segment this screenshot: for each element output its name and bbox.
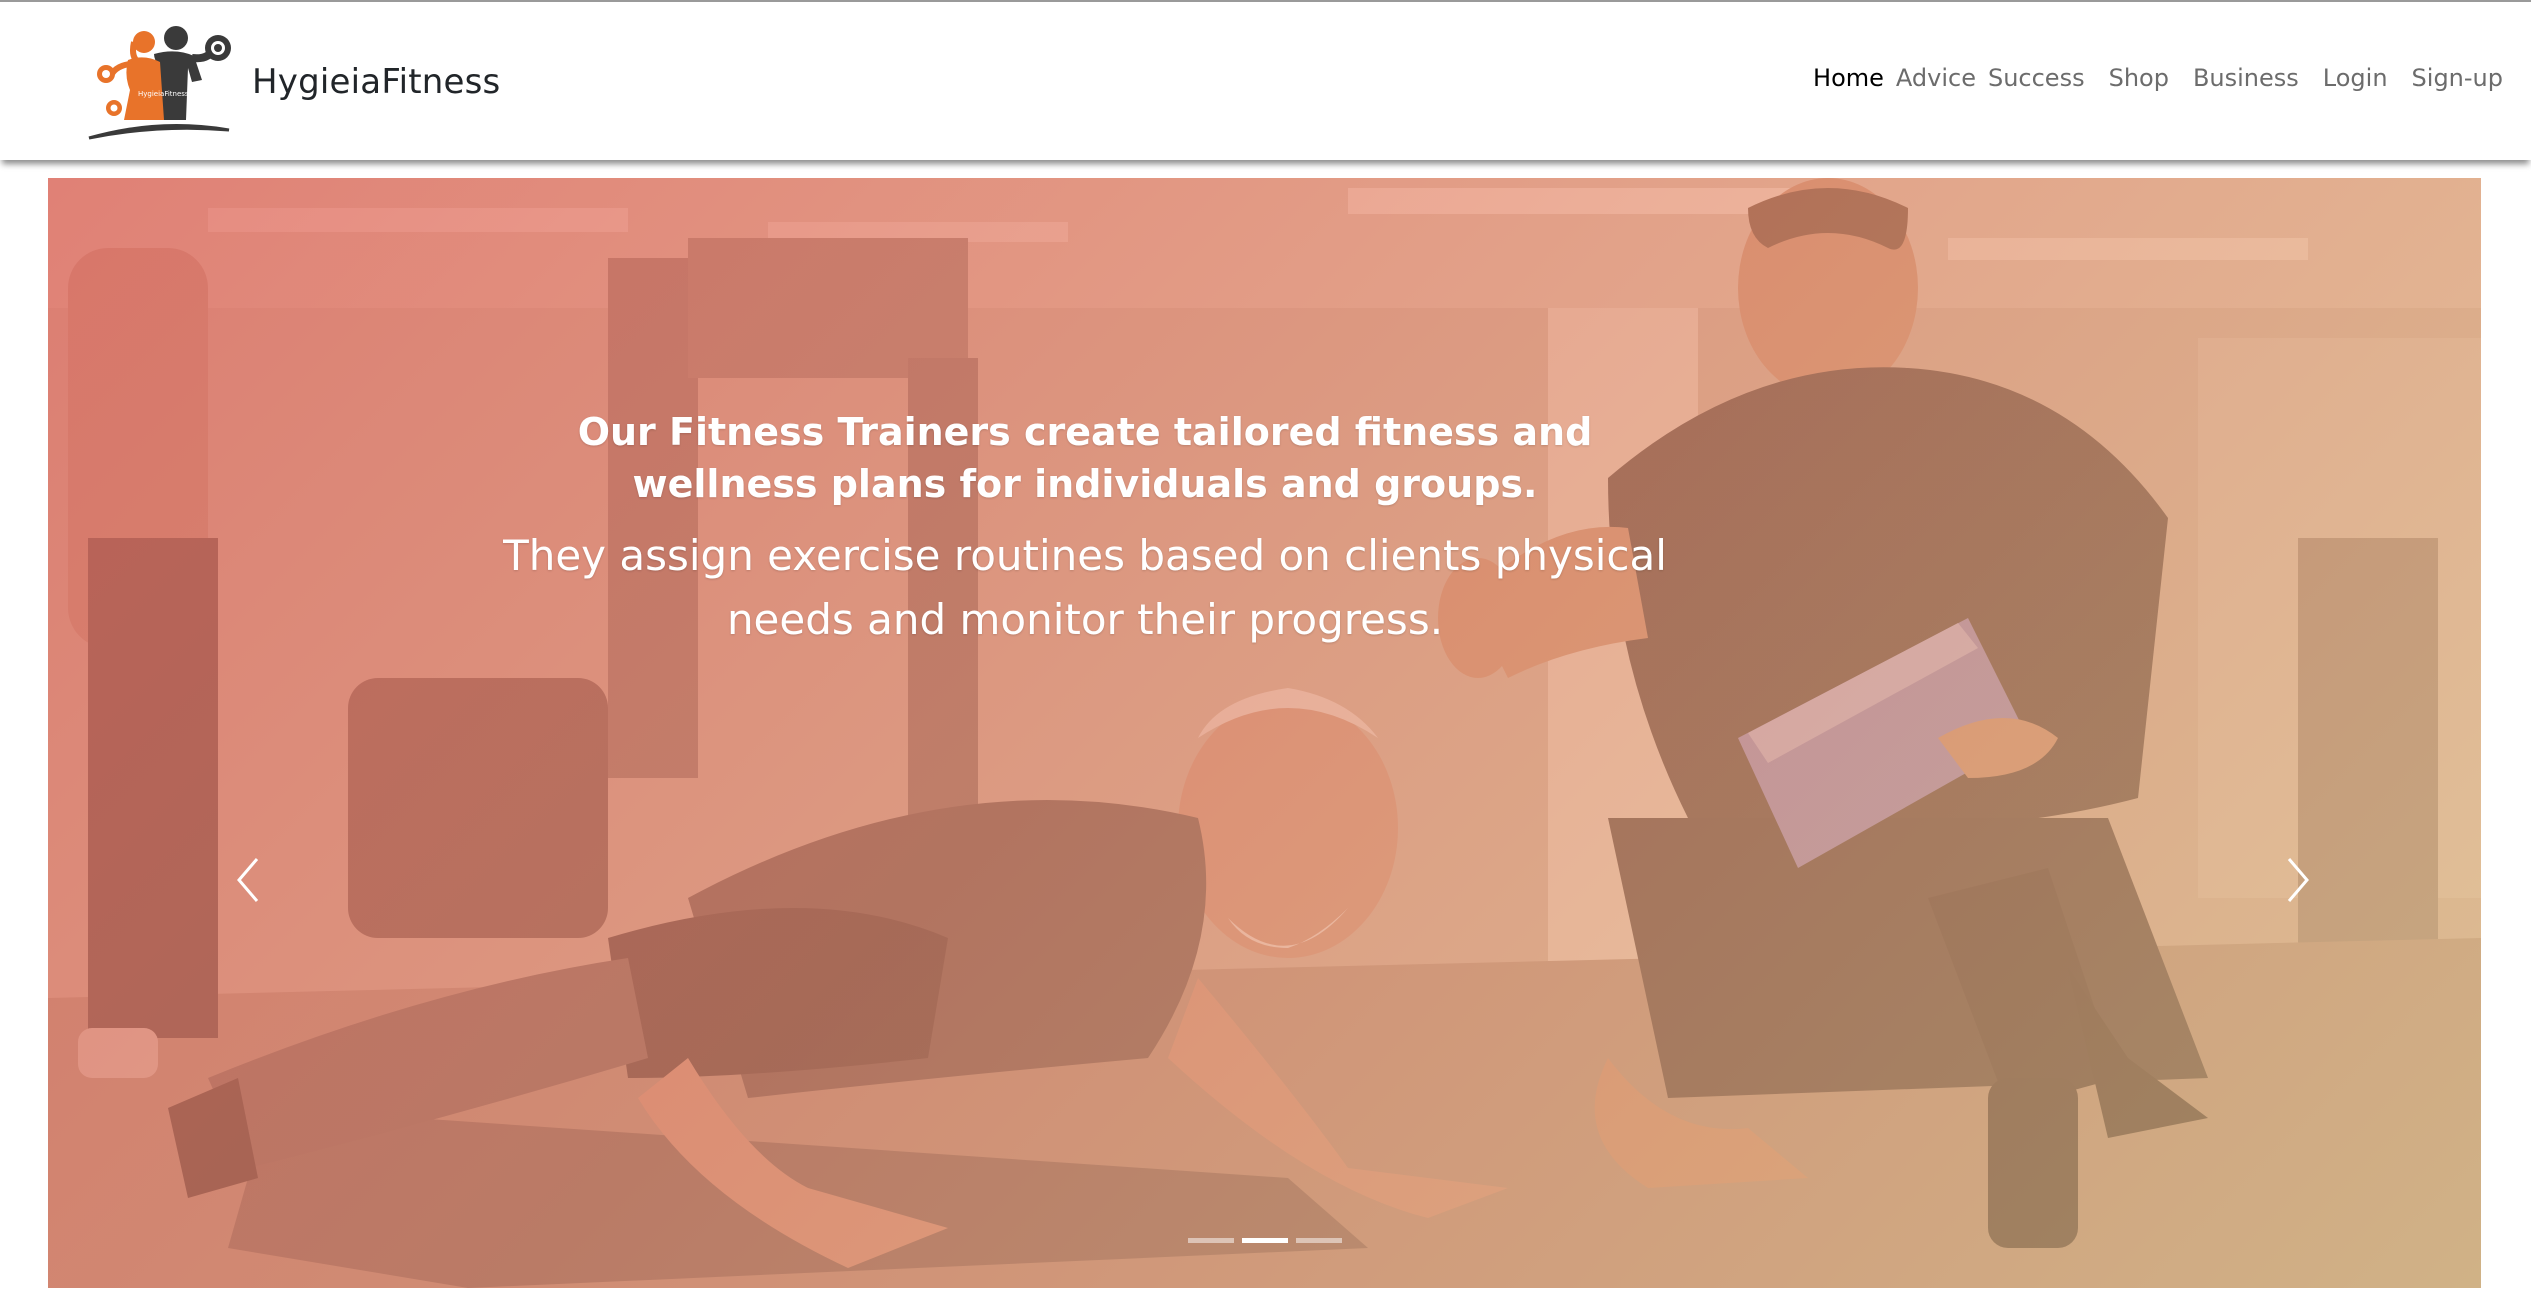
carousel-indicator-1[interactable] bbox=[1187, 1238, 1234, 1243]
nav-success[interactable]: Success bbox=[1988, 64, 2085, 92]
nav-shop[interactable]: Shop bbox=[2109, 64, 2169, 92]
image-tint-overlay bbox=[48, 178, 2481, 1288]
brand-link[interactable]: HygieiaFitness HygieiaFitness bbox=[84, 20, 500, 144]
carousel-indicator-3[interactable] bbox=[1295, 1238, 1342, 1243]
carousel-indicators bbox=[48, 1238, 2481, 1243]
carousel-prev-button[interactable] bbox=[218, 850, 278, 910]
nav-advice[interactable]: Advice bbox=[1896, 64, 1976, 92]
caption-heading: Our Fitness Trainers create tailored fit… bbox=[577, 410, 1593, 506]
navbar: HygieiaFitness HygieiaFitness Home Advic… bbox=[0, 2, 2531, 160]
nav-signup[interactable]: Sign-up bbox=[2412, 64, 2503, 92]
chevron-left-icon bbox=[237, 858, 259, 902]
carousel-indicator-2[interactable] bbox=[1241, 1238, 1288, 1243]
caption-text: They assign exercise routines based on c… bbox=[503, 531, 1667, 644]
chevron-right-icon bbox=[2287, 858, 2309, 902]
carousel-caption: Our Fitness Trainers create tailored fit… bbox=[480, 406, 1690, 652]
nav-login[interactable]: Login bbox=[2323, 64, 2388, 92]
carousel-next-button[interactable] bbox=[2268, 850, 2328, 910]
hero-carousel: Our Fitness Trainers create tailored fit… bbox=[48, 178, 2481, 1288]
brand-name: HygieiaFitness bbox=[252, 62, 501, 102]
nav-business[interactable]: Business bbox=[2193, 64, 2299, 92]
nav-home[interactable]: Home bbox=[1813, 64, 1884, 92]
logo-lettering: HygieiaFitness bbox=[138, 90, 189, 98]
main-nav: Home Advice Success Shop Business Login … bbox=[1789, 64, 2503, 92]
brand-logo: HygieiaFitness bbox=[88, 26, 231, 140]
